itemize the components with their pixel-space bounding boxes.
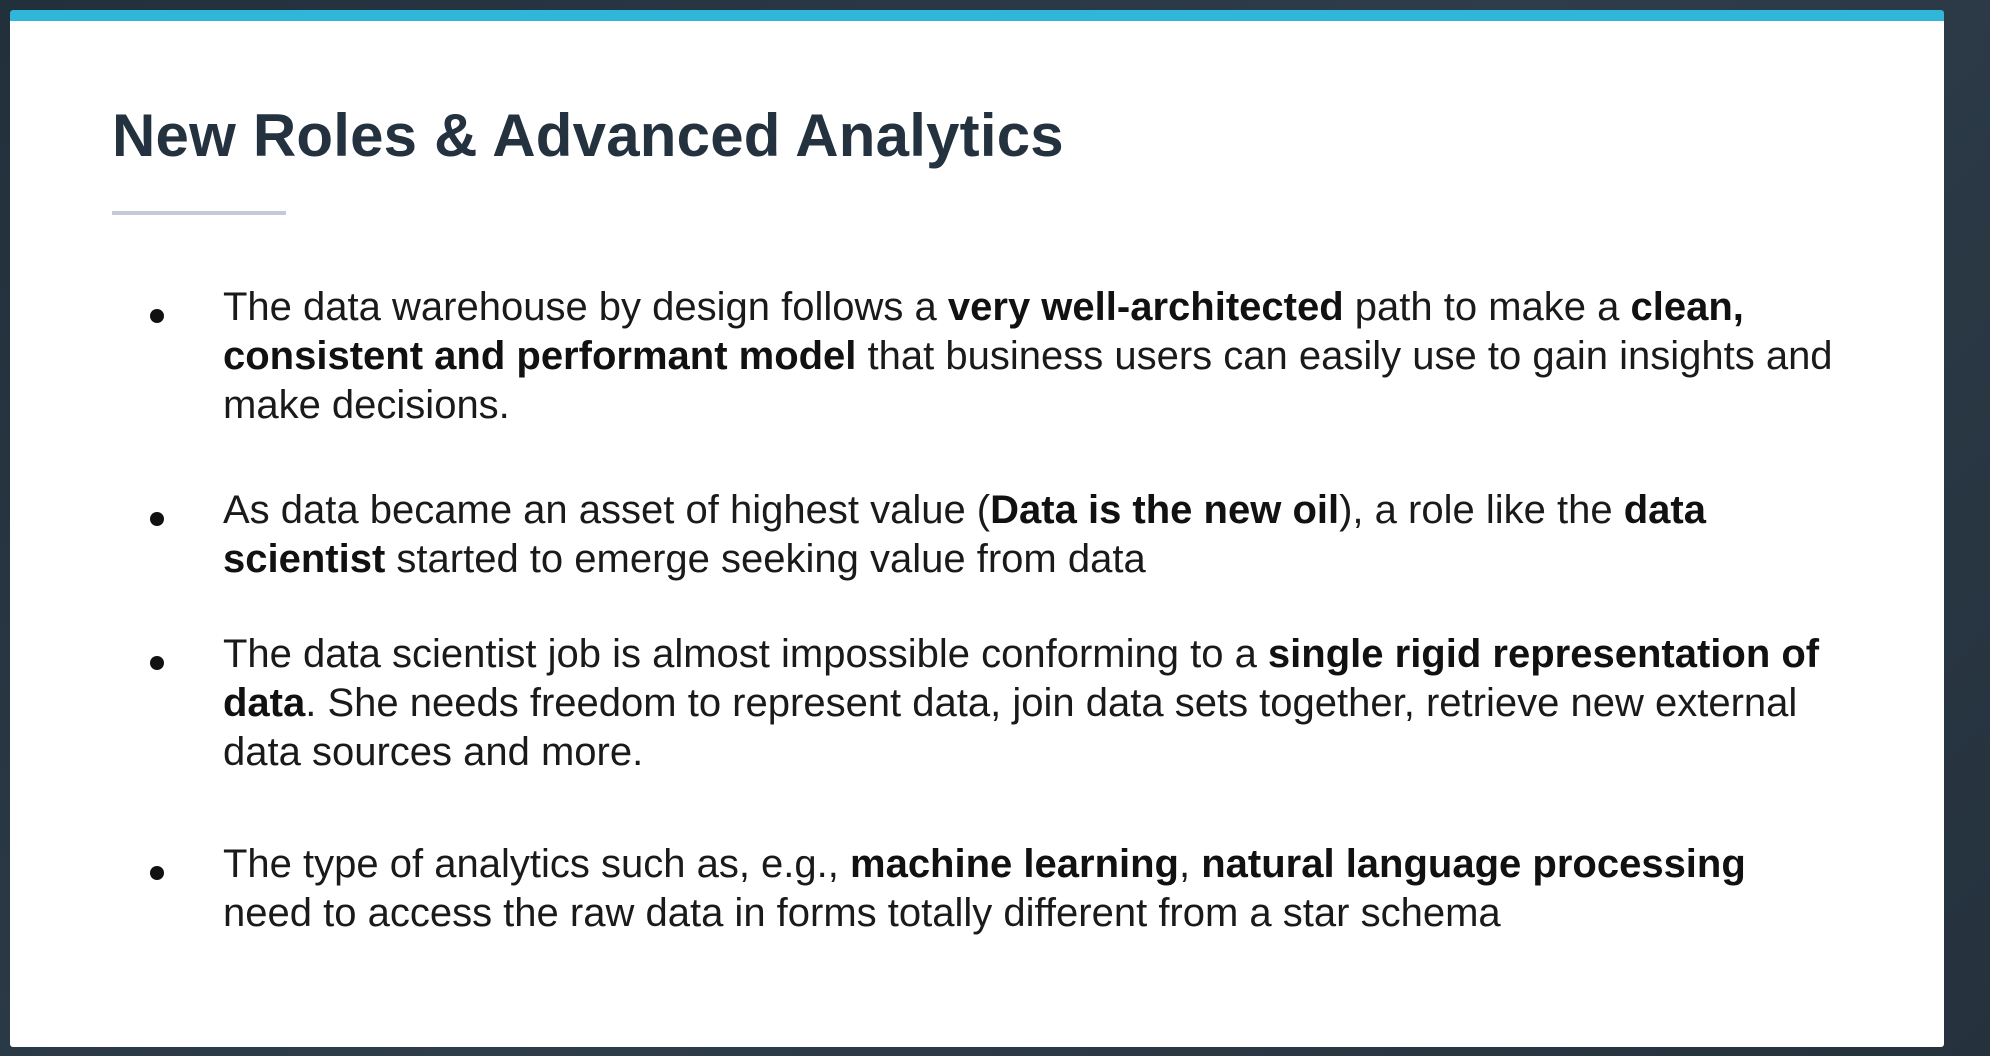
bullet-plain-text: The data warehouse by design follows a [223, 285, 948, 329]
bullet-bold-text: Data is the new oil [990, 488, 1340, 532]
bullet-dot-icon [150, 512, 164, 526]
bullet-dot-icon [150, 866, 164, 880]
title-underline [112, 211, 286, 215]
bullet-bold-text: very well-architected [947, 285, 1344, 329]
bullet-plain-text: path to make a [1343, 285, 1631, 329]
bullet-text: The data warehouse by design follows a v… [223, 283, 1843, 430]
bullet-bold-text: machine learning [850, 842, 1179, 886]
bullet-plain-text: started to emerge seeking value from dat… [385, 537, 1146, 581]
bullet-text: The data scientist job is almost impossi… [223, 630, 1843, 777]
bullet-plain-text: The data scientist job is almost impossi… [223, 632, 1268, 676]
bullet-dot-icon [150, 309, 164, 323]
bullet-plain-text: need to access the raw data in forms tot… [223, 891, 1501, 935]
bullet-bold-text: natural language processing [1201, 842, 1746, 886]
slide-title: New Roles & Advanced Analytics [112, 102, 1064, 169]
slide: New Roles & Advanced Analytics The data … [10, 10, 1944, 1047]
bullet-plain-text: The type of analytics such as, e.g., [223, 842, 850, 886]
bullet-plain-text: , [1178, 842, 1202, 886]
bullet-plain-text: ), a role like the [1339, 488, 1624, 532]
bullet-text: The type of analytics such as, e.g., mac… [223, 840, 1843, 938]
bullet-plain-text: . She needs freedom to represent data, j… [223, 681, 1798, 774]
bullet-plain-text: As data became an asset of highest value… [223, 488, 991, 532]
bullet-dot-icon [150, 656, 164, 670]
bullet-text: As data became an asset of highest value… [223, 486, 1843, 584]
